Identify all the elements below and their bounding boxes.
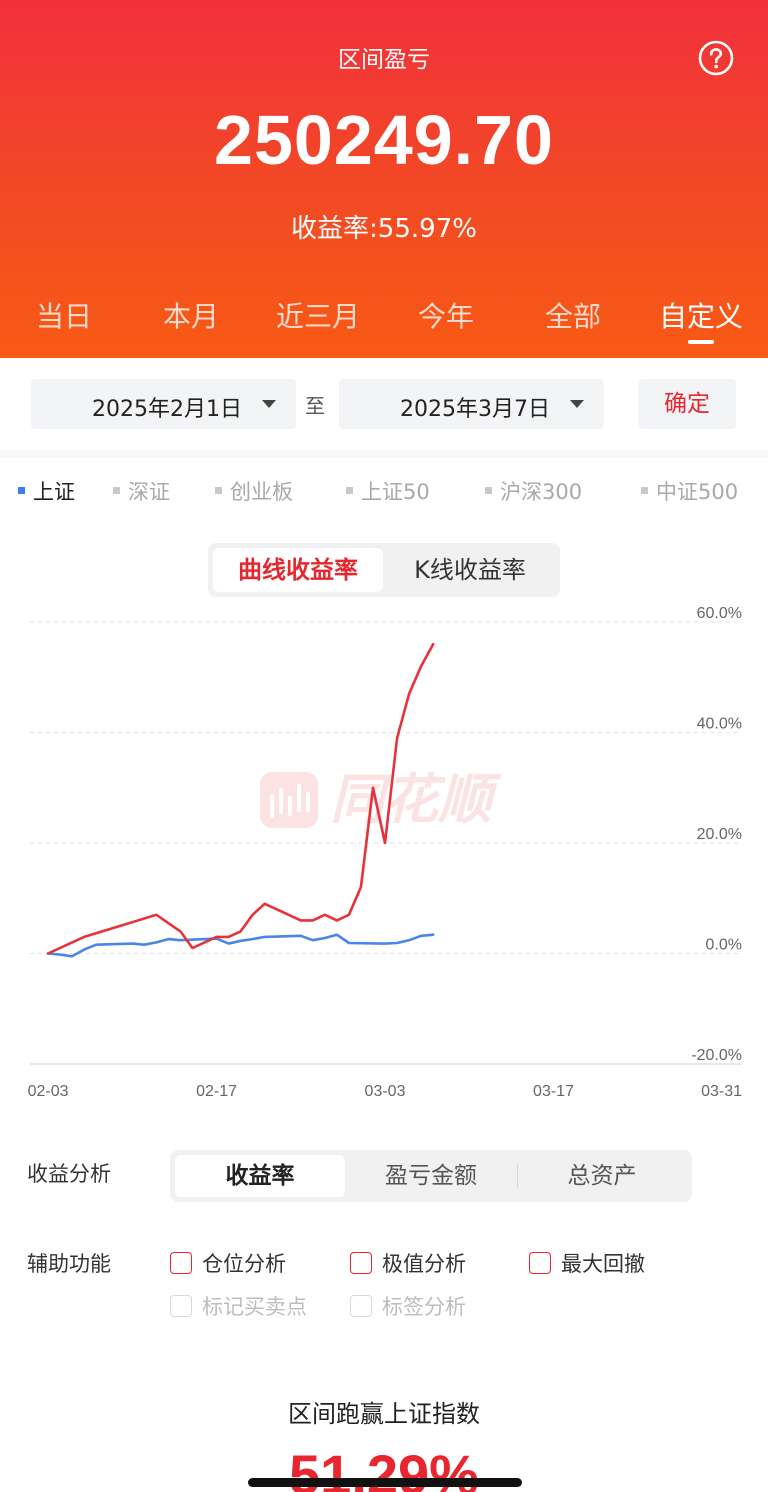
index-csi500[interactable]: 中证500 [641,476,738,506]
index-selector: 上证 深证 创业板 上证50 沪深300 中证500 [0,476,768,506]
x-tick-label: 02-17 [196,1083,237,1100]
chevron-down-icon [570,400,584,408]
checkbox-label: 标签分析 [382,1295,466,1319]
tab-this-month[interactable]: 本月 [127,295,255,335]
analysis-return-rate-button[interactable]: 收益率 [175,1155,345,1197]
tag-analysis-checkbox[interactable]: 标签分析 [350,1291,466,1321]
return-chart: 同花顺 60.0% 40.0% 20.0% 0.0% -20.0% 02-03 02-17… [28,605,743,1100]
x-tick-label: 03-17 [533,1083,574,1100]
end-date-select[interactable]: 2025年3月7日 [339,379,604,429]
chart-series [46,642,435,958]
curve-return-button[interactable]: 曲线收益率 [213,548,383,592]
extreme-analysis-checkbox[interactable]: 极值分析 [350,1248,466,1278]
legend-square-icon [215,486,222,494]
index-label: 深证 [128,480,170,504]
index-label: 上证50 [361,480,430,504]
range-separator: 至 [305,394,325,418]
account-return-line [46,642,435,955]
profit-amount: 250249.70 [214,101,554,179]
index-label: 沪深300 [500,480,583,504]
x-tick-label: 03-31 [701,1083,742,1100]
checkbox-icon [170,1252,192,1274]
position-analysis-checkbox[interactable]: 仓位分析 [170,1248,286,1278]
x-tick-label: 02-03 [28,1083,69,1100]
checkbox-label: 最大回撤 [561,1252,645,1276]
y-tick-label: 40.0% [697,716,742,733]
kline-return-button[interactable]: K线收益率 [385,548,555,592]
tab-all[interactable]: 全部 [509,295,637,335]
index-sse50[interactable]: 上证50 [346,476,430,506]
legend-square-icon [641,486,648,494]
y-tick-label: 0.0% [706,937,742,954]
x-tick-label: 03-03 [365,1083,406,1100]
start-date-select[interactable]: 2025年2月1日 [31,379,296,429]
section-divider [0,450,768,458]
analysis-total-assets-button[interactable]: 总资产 [517,1155,687,1197]
legend-square-icon [113,486,120,494]
end-date-value: 2025年3月7日 [400,397,550,422]
legend-square-icon [18,486,25,494]
max-drawdown-checkbox[interactable]: 最大回撤 [529,1248,645,1278]
return-rate: 收益率:55.97% [291,214,477,244]
beat-index-title: 区间跑赢上证指数 [288,1400,480,1428]
tab-custom[interactable]: 自定义 [637,295,765,335]
x-axis: 02-03 02-17 03-03 03-17 03-31 [28,1083,743,1100]
checkbox-icon [350,1252,372,1274]
checkbox-label: 仓位分析 [202,1252,286,1276]
legend-square-icon [485,486,492,494]
index-csi300[interactable]: 沪深300 [485,476,582,506]
index-chinext[interactable]: 创业板 [215,476,293,506]
analysis-label: 收益分析 [27,1162,111,1186]
mark-trades-checkbox[interactable]: 标记买卖点 [170,1291,307,1321]
checkbox-icon [350,1295,372,1317]
index-label: 中证500 [656,480,739,504]
checkbox-label: 标记买卖点 [202,1295,307,1319]
legend-square-icon [346,486,353,494]
date-range-picker: 2025年2月1日 至 2025年3月7日 确定 [0,379,768,429]
index-szse[interactable]: 深证 [113,476,170,506]
tab-this-year[interactable]: 今年 [382,295,510,335]
page-title: 区间盈亏 [338,47,430,73]
index-sse[interactable]: 上证 [18,476,75,506]
checkbox-label: 极值分析 [382,1252,466,1276]
help-icon[interactable] [698,40,734,76]
y-axis: 60.0% 40.0% 20.0% 0.0% -20.0% [691,605,742,1064]
checkbox-icon [170,1295,192,1317]
y-tick-label: 60.0% [697,605,742,622]
y-tick-label: -20.0% [691,1047,742,1064]
checkbox-icon [529,1252,551,1274]
start-date-value: 2025年2月1日 [92,397,242,422]
tab-three-months[interactable]: 近三月 [254,295,382,335]
analysis-toggle: 收益率 盈亏金额 总资产 [170,1150,692,1202]
confirm-button[interactable]: 确定 [638,379,736,429]
chart-mode-toggle: 曲线收益率 K线收益率 [208,543,560,597]
watermark-text: 同花顺 [330,768,502,831]
aux-label: 辅助功能 [27,1252,111,1276]
chevron-down-icon [262,400,276,408]
active-tab-indicator [688,340,714,344]
tab-today[interactable]: 当日 [0,295,128,335]
index-label: 创业板 [230,480,293,504]
period-tabs: 当日 本月 近三月 今年 全部 自定义 [0,295,768,335]
home-indicator[interactable] [248,1478,522,1487]
analysis-profit-amount-button[interactable]: 盈亏金额 [346,1155,516,1197]
index-label: 上证 [33,480,75,504]
summary-header: 区间盈亏 250249.70 收益率:55.97% 当日 本月 近三月 今年 全… [0,0,768,358]
y-tick-label: 20.0% [697,826,742,843]
